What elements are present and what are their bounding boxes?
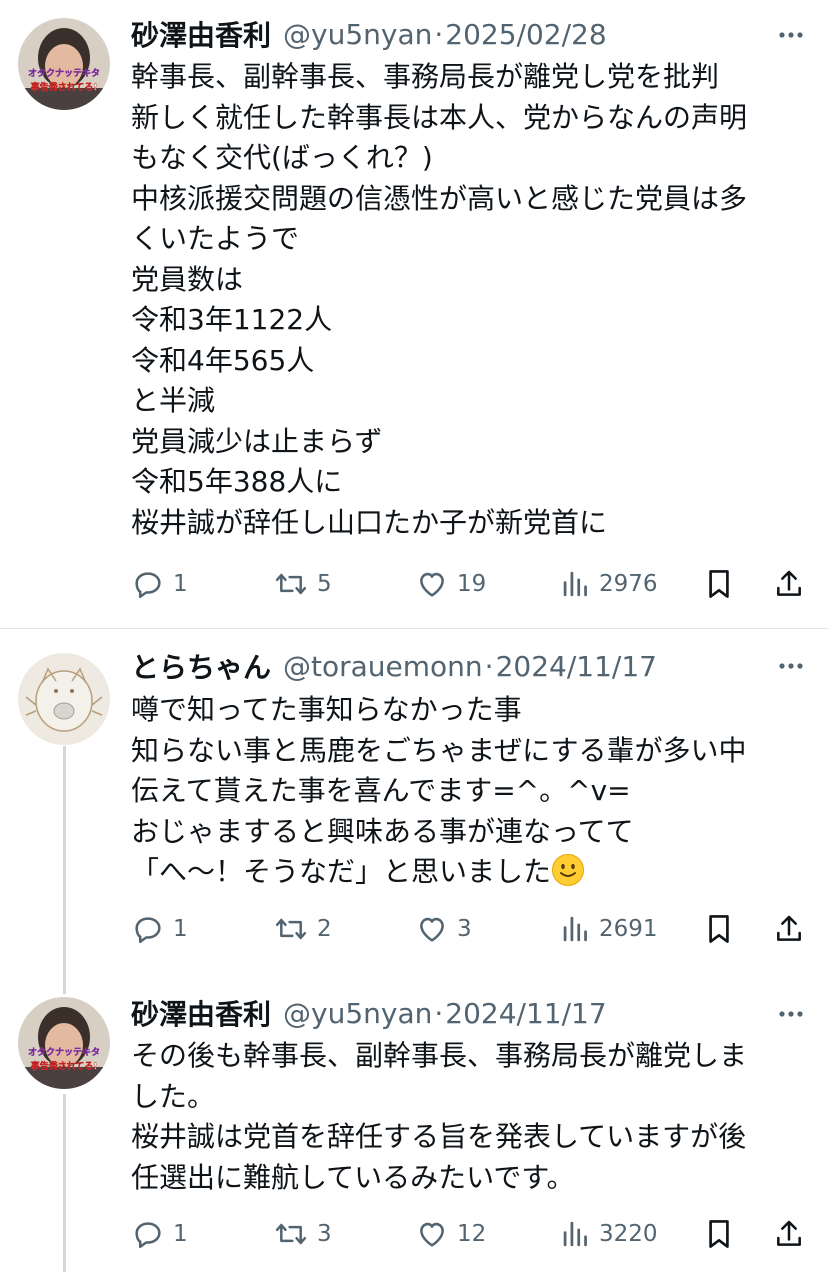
like-button[interactable]: 19 (415, 564, 486, 604)
share-icon (773, 567, 805, 601)
bookmark-icon (705, 1217, 733, 1251)
views-count: 3220 (599, 1221, 658, 1247)
smile-emoji (551, 853, 585, 887)
tweet-text: 幹事長、副幹事長、事務局長が離党し党を批判 新しく就任した幹事長は本人、党からな… (131, 60, 748, 539)
tweet[interactable]: オタクナッテキタ 事告発されてる! 砂澤由香利 @yu5nyan · 2024/… (0, 980, 828, 1272)
bookmark-button[interactable] (705, 909, 733, 949)
retweet-count: 2 (317, 916, 332, 942)
avatar-caption: オタクナッテキタ (28, 67, 100, 79)
bookmark-icon (705, 567, 733, 601)
avatar-caption: 事告発されてる! (31, 1060, 98, 1072)
like-count: 3 (457, 916, 472, 942)
tweet-text-container: 噂で知ってた事知らなかった事 知らない事と馬鹿をごちゃまぜにする輩が多い中 伝え… (131, 690, 804, 893)
views-count: 2976 (599, 571, 658, 597)
separator-dot: · (484, 649, 494, 683)
tweet-text: その後も幹事長、副幹事長、事務局長が離党しま した。 桜井誠は党首を辞任する旨を… (131, 1039, 748, 1194)
reply-count: 1 (173, 916, 188, 942)
timestamp[interactable]: 2024/11/17 (445, 997, 606, 1030)
views-button[interactable]: 2976 (561, 564, 658, 604)
timestamp[interactable]: 2025/02/28 (445, 18, 606, 51)
retweet-count: 3 (317, 1221, 332, 1247)
bookmark-button[interactable] (705, 564, 733, 604)
share-icon (773, 1217, 805, 1251)
views-icon (561, 912, 591, 946)
share-button[interactable] (773, 1214, 805, 1254)
views-count: 2691 (599, 916, 658, 942)
like-count: 19 (457, 571, 487, 597)
views-button[interactable]: 2691 (561, 909, 658, 949)
views-icon (561, 567, 591, 601)
reply-icon (131, 1217, 165, 1251)
display-name[interactable]: 砂澤由香利 (131, 14, 271, 54)
separator-dot: · (434, 996, 444, 1030)
avatar-caption: オタクナッテキタ (28, 1046, 100, 1058)
reply-icon (131, 912, 165, 946)
views-button[interactable]: 3220 (561, 1214, 658, 1254)
retweet-icon (273, 567, 309, 601)
retweet-count: 5 (317, 571, 332, 597)
tweet-header: 砂澤由香利 @yu5nyan · 2024/11/17 (131, 993, 828, 1033)
username[interactable]: @torauemonn (283, 650, 483, 683)
reply-button[interactable]: 1 (131, 909, 188, 949)
tweet-text: 噂で知ってた事知らなかった事 知らない事と馬鹿をごちゃまぜにする輩が多い中 伝え… (131, 693, 747, 888)
avatar[interactable]: オタクナッテキタ 事告発されてる! (18, 18, 110, 110)
separator-dot: · (434, 17, 444, 51)
bookmark-icon (705, 912, 733, 946)
timestamp[interactable]: 2024/11/17 (496, 650, 657, 683)
bookmark-button[interactable] (705, 1214, 733, 1254)
tweet[interactable]: オタクナッテキタ 事告発されてる! 砂澤由香利 @yu5nyan · 2025/… (0, 0, 828, 628)
more-icon[interactable] (776, 999, 806, 1029)
display-name[interactable]: 砂澤由香利 (131, 993, 271, 1033)
username[interactable]: @yu5nyan (283, 997, 432, 1030)
action-bar: 1 2 3 2691 (131, 909, 808, 949)
reply-count: 1 (173, 1221, 188, 1247)
avatar[interactable]: オタクナッテキタ 事告発されてる! (18, 997, 110, 1089)
avatar[interactable] (18, 653, 110, 745)
retweet-button[interactable]: 5 (273, 564, 332, 604)
like-icon (415, 912, 449, 946)
display-name[interactable]: とらちゃん (131, 646, 271, 686)
reply-count: 1 (173, 571, 188, 597)
more-icon[interactable] (776, 651, 806, 681)
reply-icon (131, 567, 165, 601)
like-button[interactable]: 12 (415, 1214, 486, 1254)
retweet-button[interactable]: 3 (273, 1214, 332, 1254)
views-icon (561, 1217, 591, 1251)
action-bar: 1 3 12 3220 (131, 1214, 808, 1254)
action-bar: 1 5 19 2976 (131, 564, 808, 604)
like-icon (415, 1217, 449, 1251)
tweet[interactable]: とらちゃん @torauemonn · 2024/11/17 噂で知ってた事知ら… (0, 629, 828, 969)
share-button[interactable] (773, 909, 805, 949)
avatar-caption: 事告発されてる! (31, 81, 98, 93)
like-count: 12 (457, 1221, 487, 1247)
reply-button[interactable]: 1 (131, 564, 188, 604)
retweet-icon (273, 1217, 309, 1251)
like-button[interactable]: 3 (415, 909, 472, 949)
tweet-header: 砂澤由香利 @yu5nyan · 2025/02/28 (131, 14, 828, 54)
like-icon (415, 567, 449, 601)
username[interactable]: @yu5nyan (283, 18, 432, 51)
more-icon[interactable] (776, 20, 806, 50)
retweet-icon (273, 912, 309, 946)
reply-button[interactable]: 1 (131, 1214, 188, 1254)
share-icon (773, 912, 805, 946)
tweet-header: とらちゃん @torauemonn · 2024/11/17 (131, 646, 828, 686)
retweet-button[interactable]: 2 (273, 909, 332, 949)
share-button[interactable] (773, 564, 805, 604)
